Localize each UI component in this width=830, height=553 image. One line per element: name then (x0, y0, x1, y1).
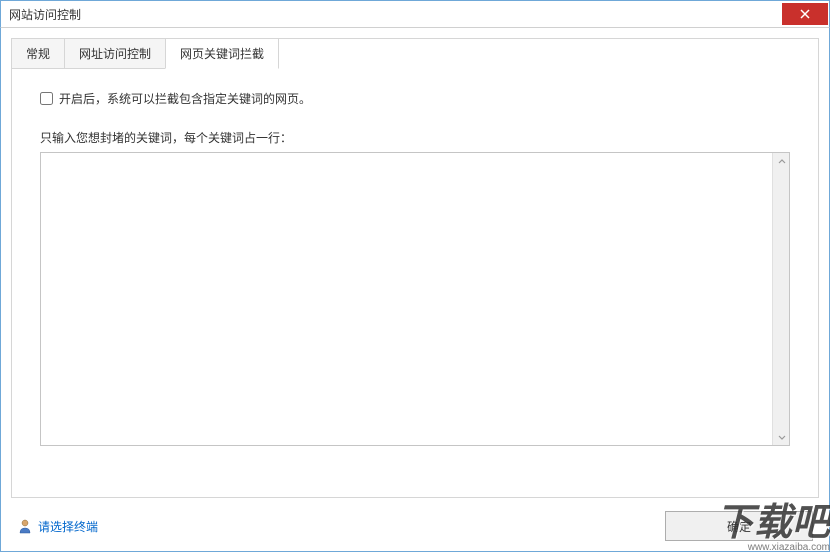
enable-checkbox-label: 开启后，系统可以拦截包含指定关键词的网页。 (59, 90, 311, 107)
user-icon (17, 518, 33, 534)
titlebar: 网站访问控制 (0, 0, 830, 28)
tab-keyword-block[interactable]: 网页关键词拦截 (165, 38, 279, 69)
close-button[interactable] (782, 3, 828, 25)
chevron-up-icon (778, 158, 786, 166)
tabs-header: 常规 网址访问控制 网页关键词拦截 (11, 38, 817, 69)
chevron-down-icon (778, 433, 786, 441)
scrollbar-track[interactable] (772, 153, 789, 445)
tab-url-control[interactable]: 网址访问控制 (64, 38, 166, 69)
tab-container: 常规 网址访问控制 网页关键词拦截 开启后，系统可以拦截包含指定关键词的网页。 … (11, 38, 819, 498)
window-title: 网站访问控制 (1, 6, 81, 23)
window-body: 常规 网址访问控制 网页关键词拦截 开启后，系统可以拦截包含指定关键词的网页。 … (0, 28, 830, 552)
ok-button[interactable]: 确定 (665, 511, 813, 541)
footer: 请选择终端 确定 (17, 511, 813, 541)
keyword-textarea-wrapper (40, 152, 790, 446)
instruction-text: 只输入您想封堵的关键词，每个关键词占一行： (40, 129, 790, 146)
keyword-textarea[interactable] (41, 153, 772, 445)
close-icon (800, 9, 810, 19)
scrollbar-up[interactable] (773, 153, 790, 170)
enable-checkbox[interactable] (40, 92, 53, 105)
select-terminal-link[interactable]: 请选择终端 (17, 518, 98, 535)
tab-content: 开启后，系统可以拦截包含指定关键词的网页。 只输入您想封堵的关键词，每个关键词占… (12, 70, 818, 462)
scrollbar-down[interactable] (773, 428, 790, 445)
tab-general[interactable]: 常规 (11, 38, 65, 69)
enable-checkbox-row[interactable]: 开启后，系统可以拦截包含指定关键词的网页。 (40, 90, 790, 107)
select-terminal-label: 请选择终端 (38, 518, 98, 535)
